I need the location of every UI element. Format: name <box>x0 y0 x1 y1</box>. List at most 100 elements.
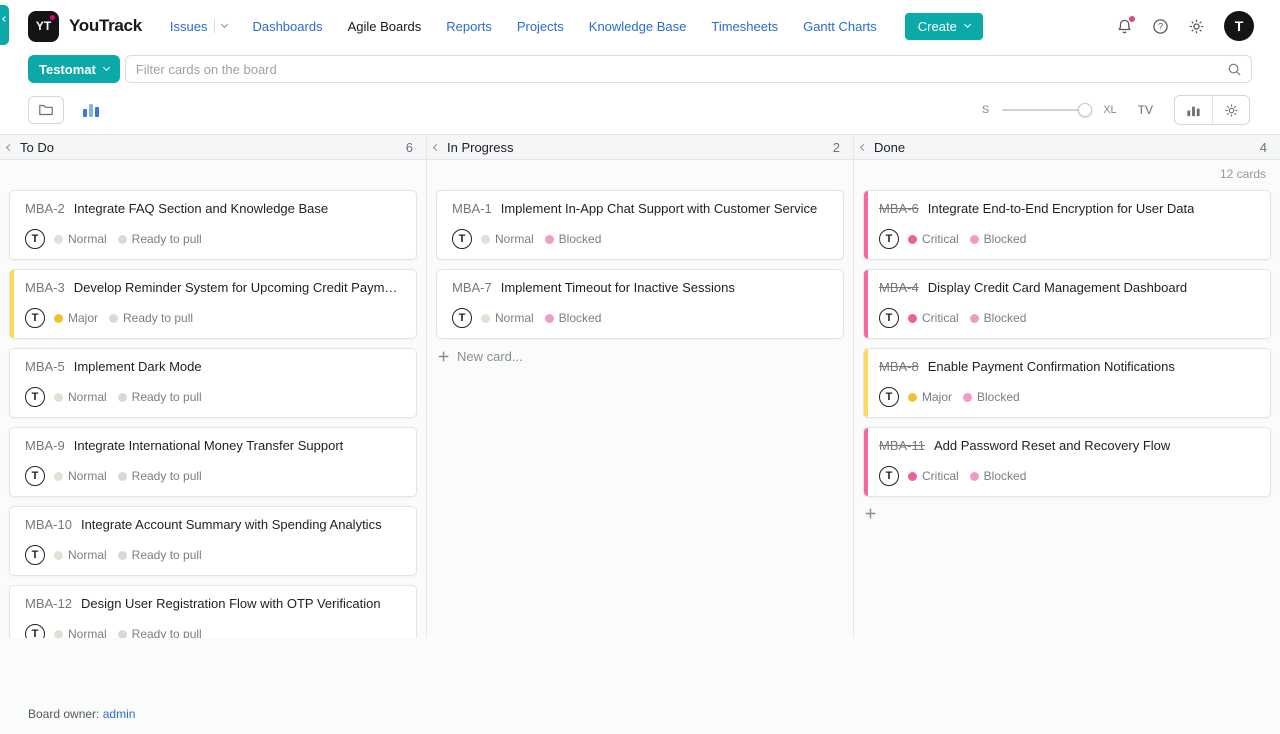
card-id[interactable]: MBA-12 <box>25 596 72 611</box>
search-icon[interactable] <box>1227 62 1242 77</box>
card-header: MBA-11 Add Password Reset and Recovery F… <box>879 438 1258 453</box>
assignee-avatar[interactable]: T <box>452 229 472 249</box>
priority-label: Normal <box>68 548 107 562</box>
board-card[interactable]: MBA-8 Enable Payment Confirmation Notifi… <box>863 348 1271 418</box>
assignee-avatar[interactable]: T <box>25 545 45 565</box>
card-accent-bar <box>10 507 14 575</box>
assignee-avatar[interactable]: T <box>879 229 899 249</box>
notifications-bell-icon[interactable] <box>1116 18 1133 35</box>
card-title: Implement In-App Chat Support with Custo… <box>501 201 817 216</box>
youtrack-logo[interactable]: YT <box>28 11 59 42</box>
column-name: To Do <box>20 140 54 155</box>
card-accent-bar <box>864 191 868 259</box>
board-card[interactable]: MBA-3 Develop Reminder System for Upcomi… <box>9 269 417 339</box>
assignee-avatar[interactable]: T <box>25 308 45 328</box>
assignee-avatar[interactable]: T <box>25 466 45 486</box>
priority-label: Normal <box>495 311 534 325</box>
nav-item-dashboards[interactable]: Dashboards <box>252 19 322 34</box>
column-header-in-progress[interactable]: In Progress 2 <box>426 135 853 159</box>
sidebar-expand-handle[interactable] <box>0 5 9 45</box>
card-size-slider[interactable] <box>1002 103 1090 117</box>
card-id[interactable]: MBA-11 <box>879 438 925 453</box>
board-chart-button[interactable] <box>1175 96 1212 124</box>
assignee-avatar[interactable]: T <box>25 624 45 638</box>
card-title: Implement Timeout for Inactive Sessions <box>501 280 735 295</box>
board-owner-link[interactable]: admin <box>103 707 136 721</box>
slider-handle[interactable] <box>1078 103 1092 117</box>
card-header: MBA-10 Integrate Account Summary with Sp… <box>25 517 404 532</box>
column-in-progress: MBA-1 Implement In-App Chat Support with… <box>426 160 853 638</box>
user-avatar[interactable]: T <box>1224 11 1254 41</box>
column-headers: To Do 6 In Progress 2 Done 4 <box>0 134 1280 160</box>
board-card[interactable]: MBA-9 Integrate International Money Tran… <box>9 427 417 497</box>
create-button-label: Create <box>918 19 957 34</box>
board-columns: 12 cards MBA-2 Integrate FAQ Section and… <box>0 160 1280 638</box>
settings-gear-icon[interactable] <box>1188 18 1205 35</box>
assignee-avatar[interactable]: T <box>25 229 45 249</box>
card-id[interactable]: MBA-10 <box>25 517 72 532</box>
board-settings-button[interactable] <box>1212 96 1249 124</box>
card-id[interactable]: MBA-3 <box>25 280 65 295</box>
chevron-down-icon[interactable] <box>221 21 228 28</box>
board-card[interactable]: MBA-5 Implement Dark Mode T Normal Ready… <box>9 348 417 418</box>
board-card[interactable]: MBA-7 Implement Timeout for Inactive Ses… <box>436 269 844 339</box>
state-label: Ready to pull <box>123 311 193 325</box>
card-meta: T Normal Ready to pull <box>25 229 404 249</box>
nav-item-projects[interactable]: Projects <box>517 19 564 34</box>
collapse-column-icon[interactable] <box>433 143 440 150</box>
assignee-avatar[interactable]: T <box>879 466 899 486</box>
state-label: Ready to pull <box>132 390 202 404</box>
card-size-max-label: XL <box>1103 104 1116 116</box>
board-card[interactable]: MBA-6 Integrate End-to-End Encryption fo… <box>863 190 1271 260</box>
priority-label: Normal <box>68 627 107 638</box>
tv-mode-button[interactable]: TV <box>1138 103 1153 117</box>
column-header-todo[interactable]: To Do 6 <box>0 135 426 159</box>
filter-input[interactable] <box>136 62 1227 77</box>
priority-dot <box>908 472 917 481</box>
card-id[interactable]: MBA-7 <box>452 280 492 295</box>
card-meta: T Normal Blocked <box>452 308 831 328</box>
state-dot <box>118 472 127 481</box>
nav-item-reports[interactable]: Reports <box>446 19 492 34</box>
swimlane-settings-button[interactable] <box>28 96 64 124</box>
state-label: Blocked <box>559 311 602 325</box>
board-card[interactable]: MBA-2 Integrate FAQ Section and Knowledg… <box>9 190 417 260</box>
card-title: Integrate International Money Transfer S… <box>74 438 344 453</box>
card-id[interactable]: MBA-5 <box>25 359 65 374</box>
svg-text:?: ? <box>1158 21 1163 31</box>
nav-item-gantt-charts[interactable]: Gantt Charts <box>803 19 877 34</box>
add-card-button[interactable] <box>864 507 884 520</box>
add-card-button[interactable]: New card... <box>437 349 523 364</box>
board-card[interactable]: MBA-10 Integrate Account Summary with Sp… <box>9 506 417 576</box>
assignee-avatar[interactable]: T <box>879 308 899 328</box>
board-card[interactable]: MBA-4 Display Credit Card Management Das… <box>863 269 1271 339</box>
create-button[interactable]: Create <box>905 13 983 40</box>
nav-item-knowledge-base[interactable]: Knowledge Base <box>589 19 687 34</box>
card-id[interactable]: MBA-8 <box>879 359 919 374</box>
board-card[interactable]: MBA-1 Implement In-App Chat Support with… <box>436 190 844 260</box>
chevron-left-icon <box>2 16 8 22</box>
card-id[interactable]: MBA-9 <box>25 438 65 453</box>
board-card[interactable]: MBA-12 Design User Registration Flow wit… <box>9 585 417 638</box>
nav-item-agile-boards[interactable]: Agile Boards <box>348 19 422 34</box>
help-icon[interactable]: ? <box>1152 18 1169 35</box>
card-header: MBA-6 Integrate End-to-End Encryption fo… <box>879 201 1258 216</box>
card-id[interactable]: MBA-1 <box>452 201 492 216</box>
collapse-column-icon[interactable] <box>6 143 13 150</box>
board-card[interactable]: MBA-11 Add Password Reset and Recovery F… <box>863 427 1271 497</box>
card-id[interactable]: MBA-4 <box>879 280 919 295</box>
nav-item-timesheets[interactable]: Timesheets <box>711 19 778 34</box>
card-id[interactable]: MBA-2 <box>25 201 65 216</box>
top-icon-cluster: ? T <box>1116 11 1254 41</box>
column-header-done[interactable]: Done 4 <box>853 135 1280 159</box>
card-id[interactable]: MBA-6 <box>879 201 919 216</box>
board-chart-toggle-button[interactable] <box>73 96 109 124</box>
assignee-avatar[interactable]: T <box>25 387 45 407</box>
nav-item-issues[interactable]: Issues <box>170 19 208 34</box>
collapse-column-icon[interactable] <box>860 143 867 150</box>
assignee-avatar[interactable]: T <box>879 387 899 407</box>
card-accent-bar <box>10 428 14 496</box>
assignee-avatar[interactable]: T <box>452 308 472 328</box>
board-selector-button[interactable]: Testomat <box>28 55 120 83</box>
state-label: Ready to pull <box>132 627 202 638</box>
